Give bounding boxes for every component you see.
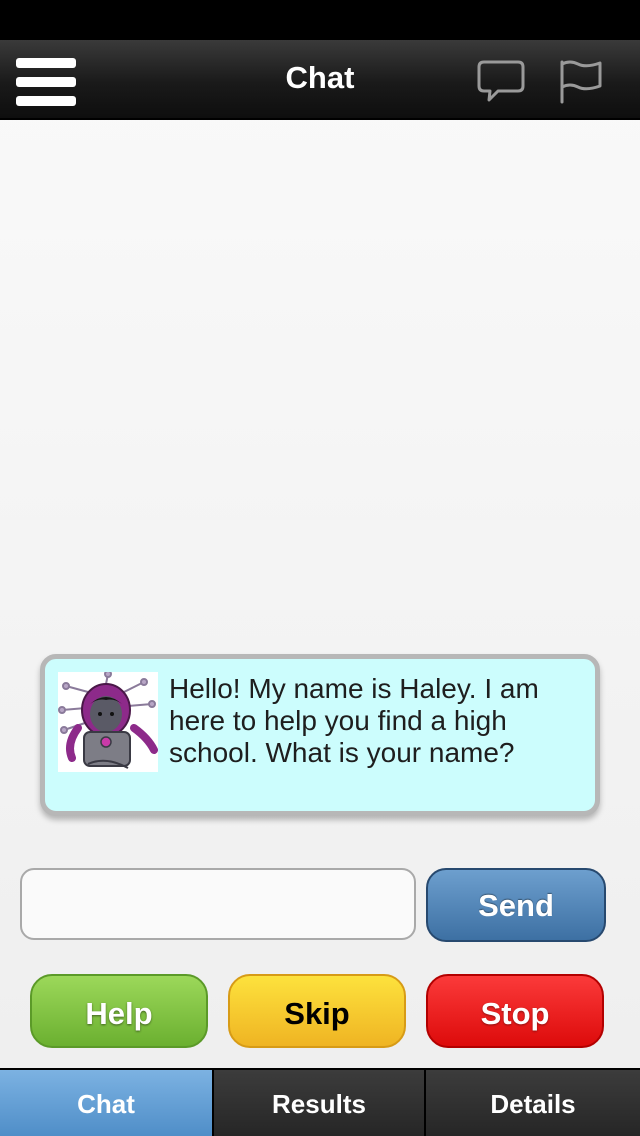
menu-icon[interactable] bbox=[14, 56, 78, 108]
tab-results[interactable]: Results bbox=[214, 1070, 424, 1136]
help-button[interactable]: Help bbox=[30, 974, 208, 1048]
tab-bar: Chat Results Details bbox=[0, 1068, 640, 1136]
status-bar bbox=[0, 0, 640, 40]
chat-message-bubble: Hello! My name is Haley. I am here to he… bbox=[40, 654, 600, 816]
chat-message-text: Hello! My name is Haley. I am here to he… bbox=[169, 673, 539, 768]
stop-button[interactable]: Stop bbox=[426, 974, 604, 1048]
speech-bubble-icon[interactable] bbox=[476, 58, 526, 104]
send-button[interactable]: Send bbox=[426, 868, 606, 942]
flag-icon[interactable] bbox=[556, 58, 606, 104]
tab-chat[interactable]: Chat bbox=[0, 1070, 212, 1136]
robot-avatar bbox=[58, 670, 158, 772]
page-title: Chat bbox=[285, 60, 355, 95]
navigation-bar: Chat bbox=[0, 40, 640, 120]
tab-details[interactable]: Details bbox=[426, 1070, 640, 1136]
skip-button[interactable]: Skip bbox=[228, 974, 406, 1048]
message-input[interactable] bbox=[20, 868, 416, 940]
chat-screen: Chat Hello! My name is Haley. I am here … bbox=[0, 0, 640, 1136]
